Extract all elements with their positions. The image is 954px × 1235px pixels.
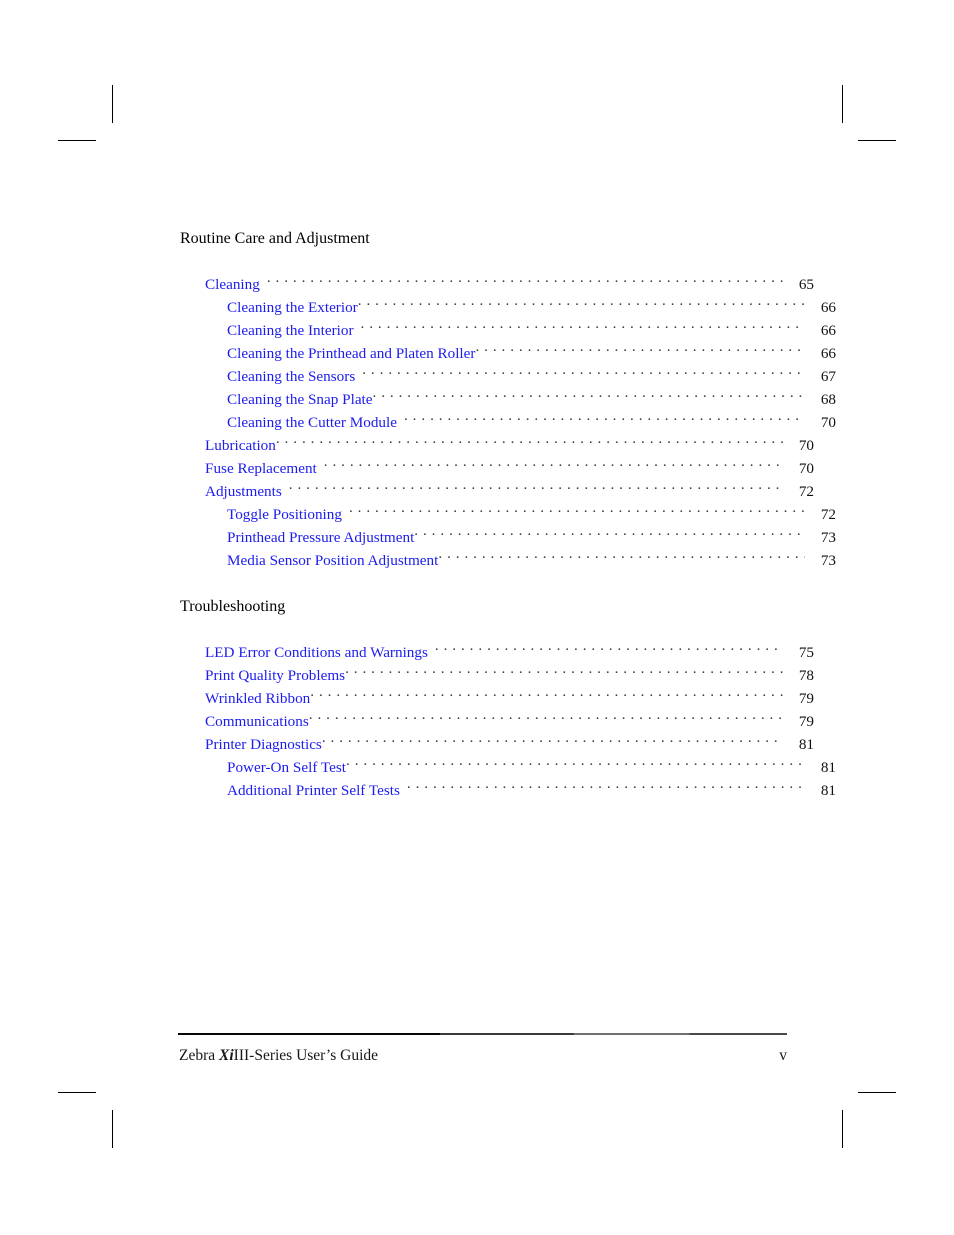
toc-dot-leader [289, 473, 783, 496]
toc-dot-leader [475, 335, 805, 358]
footer-title-prefix: Zebra [179, 1047, 220, 1064]
toc-dot-leader [404, 404, 805, 427]
footer-title-suffix: III-Series User’s Guide [233, 1047, 379, 1064]
toc-entry[interactable]: Cleaning the Interior66 [178, 312, 836, 339]
toc-dot-leader [373, 381, 805, 404]
toc-entry[interactable]: Communications79 [178, 703, 814, 730]
toc-entry[interactable]: Printer Diagnostics81 [178, 726, 814, 753]
toc-entry[interactable]: Toggle Positioning72 [178, 496, 836, 523]
toc-entry[interactable]: Lubrication70 [178, 427, 814, 454]
toc-entry-label: Media Sensor Position Adjustment [227, 552, 439, 569]
section-heading-troubleshooting: Troubleshooting [180, 598, 286, 615]
crop-mark-bottom-right-horizontal [858, 1092, 896, 1093]
toc-dot-leader [346, 749, 805, 772]
crop-mark-bottom-left-horizontal [58, 1092, 96, 1093]
toc-dot-leader [358, 289, 805, 312]
toc-dot-leader [310, 680, 783, 703]
toc-entry[interactable]: Cleaning the Snap Plate68 [178, 381, 836, 408]
toc-entry[interactable]: Print Quality Problems78 [178, 657, 814, 684]
toc-entry-label: Additional Printer Self Tests [227, 782, 400, 799]
toc-entry[interactable]: LED Error Conditions and Warnings75 [178, 634, 814, 661]
toc-dot-leader [362, 358, 805, 381]
crop-mark-top-right-horizontal [858, 140, 896, 141]
toc-dot-leader [309, 703, 783, 726]
toc-entry[interactable]: Adjustments72 [178, 473, 814, 500]
toc-dot-leader [349, 496, 805, 519]
toc-entry[interactable]: Additional Printer Self Tests 81 [178, 772, 836, 799]
toc-dot-leader [438, 542, 805, 565]
toc-dot-leader [267, 266, 783, 289]
crop-mark-top-left-vertical [112, 85, 113, 123]
toc-dot-leader [324, 450, 783, 473]
toc-dot-leader [414, 519, 805, 542]
toc-entry-page-number: 73 [820, 552, 836, 569]
toc-entry[interactable]: Cleaning the Sensors67 [178, 358, 836, 385]
crop-mark-top-left-horizontal [58, 140, 96, 141]
section-heading-routine-care-and-adjustment: Routine Care and Adjustment [180, 230, 370, 247]
toc-dot-leader [361, 312, 805, 335]
toc-entry-page-number: 81 [820, 782, 836, 799]
toc-entry[interactable]: Cleaning65 [178, 266, 814, 293]
crop-mark-bottom-right-vertical [842, 1110, 843, 1148]
toc-entry[interactable]: Wrinkled Ribbon79 [178, 680, 814, 707]
toc-entry[interactable]: Media Sensor Position Adjustment 73 [178, 542, 836, 569]
footer-book-title: Zebra XiIII-Series User’s Guide [179, 1046, 378, 1066]
footer-rule [178, 1033, 787, 1035]
crop-mark-bottom-left-vertical [112, 1110, 113, 1148]
toc-dot-leader [435, 634, 783, 657]
toc-entry[interactable]: Cleaning the Cutter Module70 [178, 404, 836, 431]
toc-dot-leader [322, 726, 783, 749]
toc-dot-leader [345, 657, 783, 680]
toc-entry[interactable]: Fuse Replacement70 [178, 450, 814, 477]
toc-dot-leader [407, 772, 805, 795]
crop-mark-top-right-vertical [842, 85, 843, 123]
toc-entry[interactable]: Printhead Pressure Adjustment73 [178, 519, 836, 546]
footer-title-emphasis: Xi [219, 1047, 234, 1064]
footer-page-number: v [779, 1047, 787, 1064]
toc-entry[interactable]: Power-On Self Test81 [178, 749, 836, 776]
toc-dot-leader [276, 427, 783, 450]
toc-entry[interactable]: Cleaning the Exterior66 [178, 289, 836, 316]
toc-entry[interactable]: Cleaning the Printhead and Platen Roller… [178, 335, 836, 362]
